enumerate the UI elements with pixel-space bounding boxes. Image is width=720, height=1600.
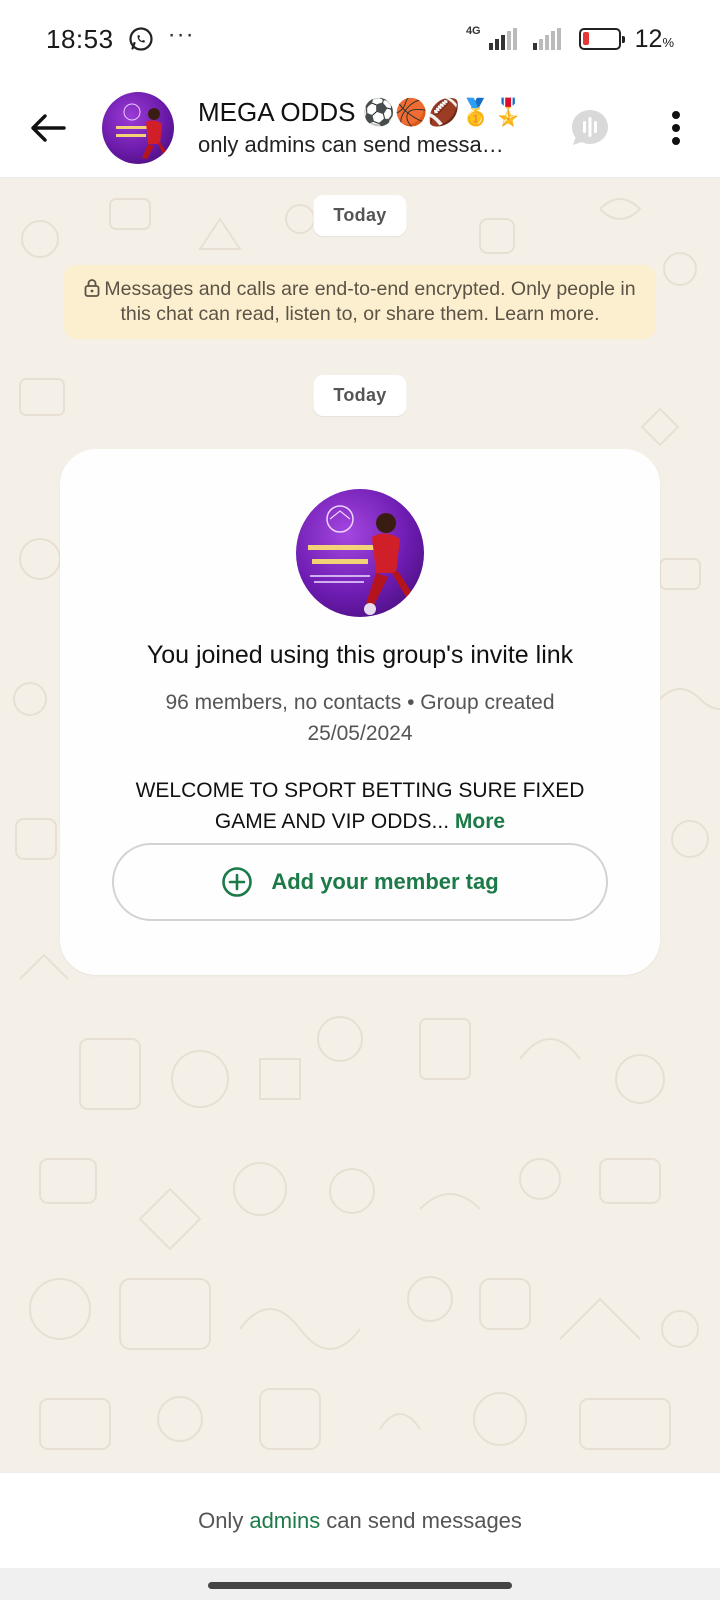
admins-only-footer: Only admins can send messages <box>0 1472 720 1568</box>
group-description-text: WELCOME TO SPORT BETTING SURE FIXED GAME… <box>135 779 585 833</box>
lock-icon <box>85 279 100 297</box>
overflow-menu-button[interactable] <box>656 104 696 152</box>
arrow-left-icon <box>31 113 66 142</box>
voice-chat-button[interactable] <box>566 104 614 152</box>
home-indicator[interactable] <box>208 1582 512 1589</box>
status-time: 18:53 <box>46 23 114 54</box>
more-vertical-icon <box>672 110 680 145</box>
battery-icon <box>578 28 625 50</box>
date-separator-today: Today <box>313 195 407 236</box>
chat-header: MEGA ODDS ⚽🏀🏈🥇🎖️ only admins can send me… <box>0 78 720 178</box>
group-name[interactable]: MEGA ODDS ⚽🏀🏈🥇🎖️ <box>198 97 538 128</box>
encryption-notice[interactable]: Messages and calls are end-to-end encryp… <box>64 265 656 339</box>
chat-area[interactable]: Today Messages and calls are end-to-end … <box>0 179 720 1471</box>
add-member-tag-label: Add your member tag <box>271 869 499 894</box>
footer-suffix: can send messages <box>326 1507 522 1533</box>
status-bar: 18:53 ··· 4G 12% <box>0 0 720 78</box>
group-info-card: You joined using this group's invite lin… <box>60 449 660 975</box>
description-more-link[interactable]: More <box>455 810 505 833</box>
encryption-notice-text: Messages and calls are end-to-end encryp… <box>104 278 636 325</box>
date-separator-today-2: Today <box>313 375 407 416</box>
group-subtitle[interactable]: only admins can send messa… <box>198 132 538 158</box>
whatsapp-notification-icon <box>128 27 153 51</box>
group-meta-members: 96 members, no contacts • Group created <box>165 691 555 714</box>
group-meta-created-date: 25/05/2024 <box>307 722 413 745</box>
voice-chat-icon <box>572 109 608 145</box>
network-type-label: 4G <box>465 25 481 37</box>
group-card-avatar-image <box>308 505 412 615</box>
system-navigation-area <box>0 1568 720 1600</box>
group-meta: 96 members, no contacts • Group created … <box>120 687 600 749</box>
group-avatar-image <box>116 103 168 159</box>
signal-strength-icon-sim1 <box>488 28 517 50</box>
signal-strength-icon-sim2 <box>532 28 561 50</box>
add-circle-icon <box>222 867 253 897</box>
group-avatar[interactable] <box>102 91 174 164</box>
add-member-tag-button[interactable]: Add your member tag <box>112 843 608 921</box>
footer-prefix: Only <box>198 1507 244 1533</box>
back-button[interactable] <box>24 104 72 152</box>
battery-percent: 12% <box>634 24 674 53</box>
status-more-dots: ··· <box>167 21 195 48</box>
group-description: WELCOME TO SPORT BETTING SURE FIXED GAME… <box>120 775 600 837</box>
admins-link[interactable]: admins <box>249 1508 320 1534</box>
joined-via-invite-title: You joined using this group's invite lin… <box>146 641 574 669</box>
group-card-avatar[interactable] <box>296 489 424 617</box>
